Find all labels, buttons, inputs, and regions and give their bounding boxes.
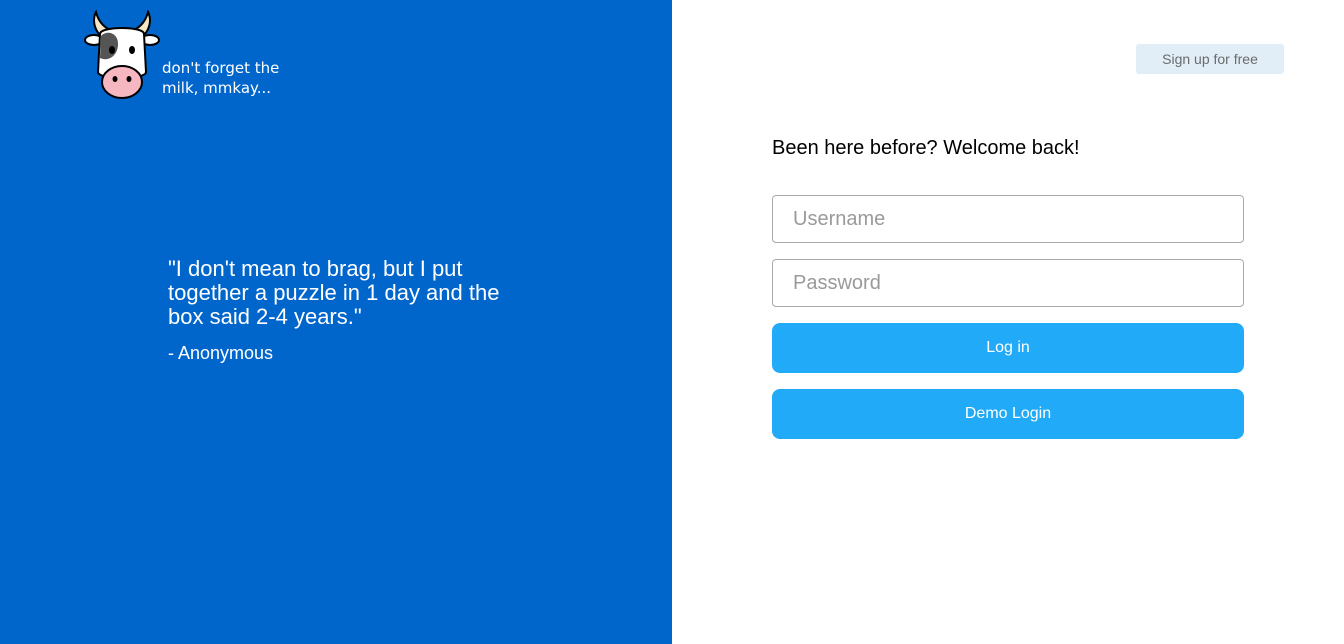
login-panel: Sign up for free Been here before? Welco… (672, 0, 1344, 644)
username-input[interactable] (772, 195, 1244, 243)
testimonial-quote: "I don't mean to brag, but I put togethe… (168, 256, 500, 329)
brand-panel: don't forget the milk, mmkay... "I don't… (0, 0, 672, 644)
testimonial-author: - Anonymous (168, 343, 274, 363)
testimonial: "I don't mean to brag, but I put togethe… (168, 257, 508, 364)
login-form: Been here before? Welcome back! Log in D… (772, 136, 1244, 455)
password-input[interactable] (772, 259, 1244, 307)
brand-tagline: don't forget the milk, mmkay... (162, 59, 280, 97)
signup-button[interactable]: Sign up for free (1136, 44, 1284, 74)
demo-login-button[interactable]: Demo Login (772, 389, 1244, 439)
login-button[interactable]: Log in (772, 323, 1244, 373)
welcome-heading: Been here before? Welcome back! (772, 137, 1080, 159)
page: don't forget the milk, mmkay... "I don't… (0, 0, 1344, 644)
cow-mascot-icon (84, 10, 160, 99)
logo[interactable]: don't forget the milk, mmkay... (84, 10, 302, 102)
